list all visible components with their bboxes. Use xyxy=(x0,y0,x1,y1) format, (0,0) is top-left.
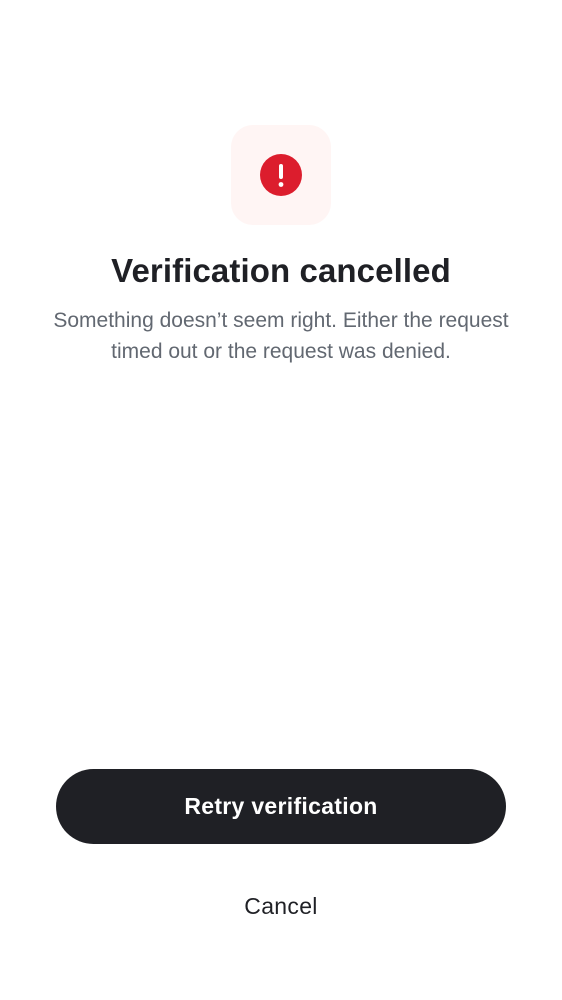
status-icon-tile xyxy=(231,125,331,225)
page-title: Verification cancelled xyxy=(111,252,451,289)
retry-verification-button[interactable]: Retry verification xyxy=(56,769,506,844)
status-message: Something doesn’t seem right. Either the… xyxy=(53,309,509,363)
cancel-button[interactable]: Cancel xyxy=(181,880,381,932)
alert-circle-icon xyxy=(260,154,302,196)
